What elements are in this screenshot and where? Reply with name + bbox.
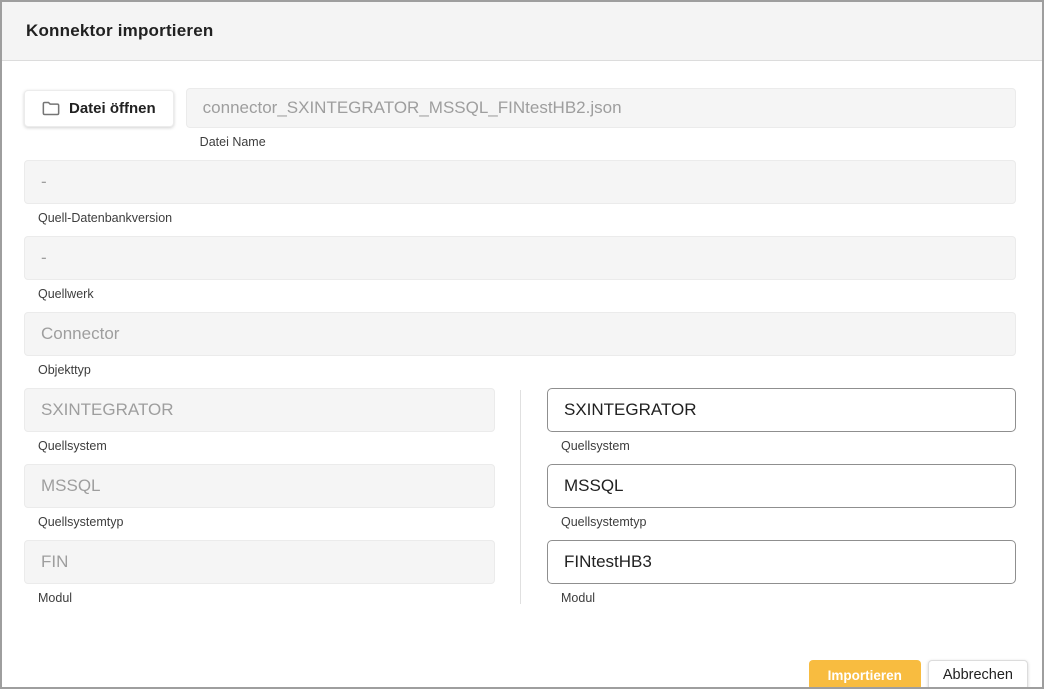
dialog-footer: Importieren Abbrechen bbox=[24, 660, 1028, 689]
source-quellsystemtyp-label: Quellsystemtyp bbox=[38, 515, 495, 529]
file-name-label: Datei Name bbox=[200, 135, 1016, 149]
source-column: SXINTEGRATOR Quellsystem MSSQL Quellsyst… bbox=[24, 388, 495, 616]
file-row: Datei öffnen connector_SXINTEGRATOR_MSSQ… bbox=[24, 88, 1016, 149]
dialog-content: Datei öffnen connector_SXINTEGRATOR_MSSQ… bbox=[2, 61, 1042, 689]
open-file-button-label: Datei öffnen bbox=[69, 100, 156, 117]
target-quellsystem-input[interactable] bbox=[547, 388, 1016, 432]
source-quellsystem-field: SXINTEGRATOR bbox=[24, 388, 495, 432]
target-modul-input[interactable] bbox=[547, 540, 1016, 584]
quell-datenbankversion-label: Quell-Datenbankversion bbox=[38, 211, 1016, 225]
target-quellsystemtyp-label: Quellsystemtyp bbox=[561, 515, 1016, 529]
source-modul-group: FIN Modul bbox=[24, 540, 495, 605]
open-file-button[interactable]: Datei öffnen bbox=[24, 90, 174, 127]
quell-datenbankversion-group: - Quell-Datenbankversion bbox=[24, 160, 1016, 225]
source-quellsystem-label: Quellsystem bbox=[38, 439, 495, 453]
source-quellsystemtyp-group: MSSQL Quellsystemtyp bbox=[24, 464, 495, 529]
quell-datenbankversion-field: - bbox=[24, 160, 1016, 204]
dialog-title: Konnektor importieren bbox=[26, 21, 213, 41]
cancel-button[interactable]: Abbrechen bbox=[928, 660, 1028, 689]
file-name-group: connector_SXINTEGRATOR_MSSQL_FINtestHB2.… bbox=[186, 88, 1016, 149]
target-quellsystem-group: Quellsystem bbox=[547, 388, 1016, 453]
objekttyp-field: Connector bbox=[24, 312, 1016, 356]
target-quellsystemtyp-input[interactable] bbox=[547, 464, 1016, 508]
target-modul-label: Modul bbox=[561, 591, 1016, 605]
source-modul-field: FIN bbox=[24, 540, 495, 584]
file-name-field: connector_SXINTEGRATOR_MSSQL_FINtestHB2.… bbox=[186, 88, 1016, 128]
target-quellsystem-label: Quellsystem bbox=[561, 439, 1016, 453]
source-quellsystem-group: SXINTEGRATOR Quellsystem bbox=[24, 388, 495, 453]
objekttyp-label: Objekttyp bbox=[38, 363, 1016, 377]
quellwerk-group: - Quellwerk bbox=[24, 236, 1016, 301]
target-column: Quellsystem Quellsystemtyp Modul bbox=[547, 388, 1016, 616]
column-divider bbox=[520, 390, 521, 604]
import-connector-dialog: Konnektor importieren Datei öffnen conne… bbox=[0, 0, 1044, 689]
objekttyp-group: Connector Objekttyp bbox=[24, 312, 1016, 377]
source-quellsystemtyp-field: MSSQL bbox=[24, 464, 495, 508]
quellwerk-label: Quellwerk bbox=[38, 287, 1016, 301]
source-modul-label: Modul bbox=[38, 591, 495, 605]
target-modul-group: Modul bbox=[547, 540, 1016, 605]
folder-icon bbox=[42, 101, 60, 116]
target-quellsystemtyp-group: Quellsystemtyp bbox=[547, 464, 1016, 529]
import-button[interactable]: Importieren bbox=[809, 660, 921, 689]
quellwerk-field: - bbox=[24, 236, 1016, 280]
dialog-header: Konnektor importieren bbox=[2, 2, 1042, 61]
mapping-section: SXINTEGRATOR Quellsystem MSSQL Quellsyst… bbox=[24, 388, 1016, 616]
